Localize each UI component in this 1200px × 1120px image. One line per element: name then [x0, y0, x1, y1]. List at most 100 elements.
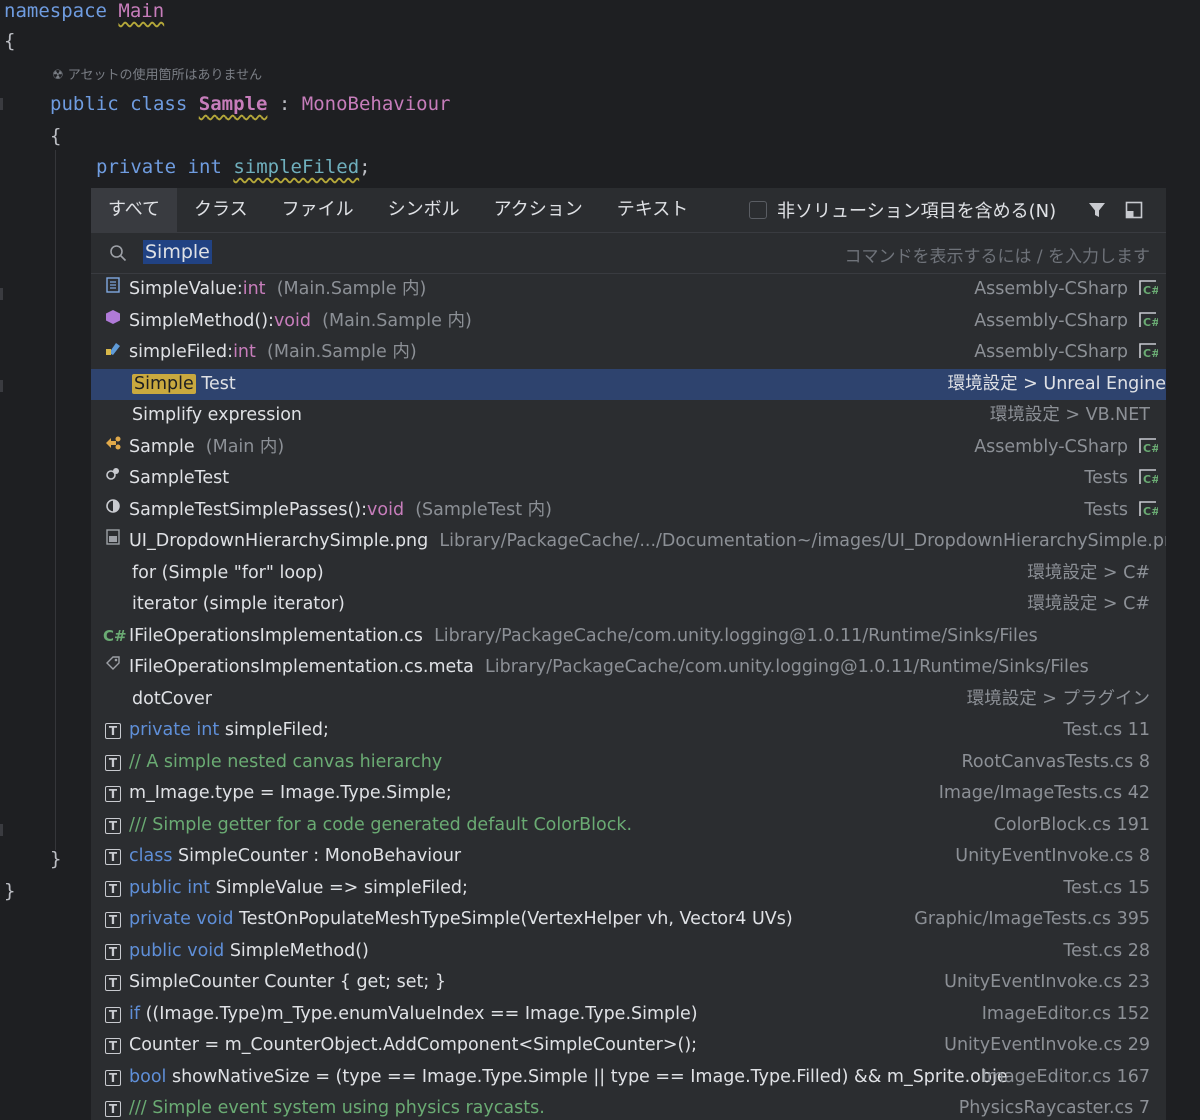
- svg-text:C#: C#: [1143, 316, 1158, 329]
- result-row[interactable]: iterator (simple iterator) 環境設定 > C#: [91, 589, 1166, 621]
- radioactive-icon: ☢: [52, 68, 64, 83]
- result-row[interactable]: Tprivate int simpleFiled; Test.cs 11: [91, 715, 1166, 747]
- result-location: PhysicsRaycaster.cs 7: [959, 1093, 1150, 1120]
- result-location: RootCanvasTests.cs 8: [962, 747, 1150, 779]
- usage-hint-text: アセットの使用箇所はありません: [67, 68, 263, 83]
- result-row[interactable]: Tm_Image.type = Image.Type.Simple; Image/…: [91, 778, 1166, 810]
- result-location: UnityEventInvoke.cs 29: [944, 1030, 1150, 1062]
- result-comment: /// Simple event system using physics ra…: [129, 1098, 545, 1118]
- result-location-text: ColorBlock.cs 191: [993, 814, 1150, 835]
- namespace-keyword: namespace: [4, 0, 107, 22]
- result-row[interactable]: dotCover 環境設定 > プラグイン: [91, 684, 1166, 716]
- search-bar[interactable]: Simple コマンドを表示するには / を入力します: [91, 232, 1166, 274]
- result-location-text: RootCanvasTests.cs 8: [961, 751, 1150, 772]
- result-name: SimpleMethod(): [129, 310, 269, 331]
- result-row[interactable]: SimpleValue:int (Main.Sample 内) Assembly-…: [91, 274, 1166, 306]
- result-context: Library/PackageCache/com.unity.logging@1…: [434, 625, 1038, 646]
- result-row[interactable]: SampleTest Tests C#: [91, 463, 1166, 495]
- tab-text[interactable]: テキスト: [600, 188, 705, 232]
- result-text: dotCover: [132, 684, 212, 716]
- text-icon: T: [103, 936, 123, 968]
- tab-classes[interactable]: クラス: [177, 188, 265, 232]
- result-name: Test: [195, 373, 236, 394]
- search-icon: [109, 244, 127, 266]
- result-row[interactable]: Tbool showNativeSize = (type == Image.Ty…: [91, 1062, 1166, 1094]
- usage-hint[interactable]: ☢ アセットの使用箇所はありません: [52, 64, 262, 83]
- code-line-namespace: namespace Main: [4, 0, 164, 22]
- result-row[interactable]: T /// Simple event system using physics r…: [91, 1093, 1166, 1120]
- result-row[interactable]: SampleTestSimplePasses():void (SampleTes…: [91, 495, 1166, 527]
- result-location: UnityEventInvoke.cs 23: [944, 967, 1150, 999]
- result-row[interactable]: Tpublic int SimpleValue => simpleFiled; T…: [91, 873, 1166, 905]
- result-name: showNativeSize = (type == Image.Type.Sim…: [166, 1066, 1008, 1087]
- csharp-project-icon: C#: [1138, 277, 1160, 297]
- test-class-icon: [103, 463, 123, 495]
- text-icon: T: [103, 1093, 123, 1120]
- text-icon: T: [103, 747, 123, 779]
- include-non-solution-checkbox[interactable]: [749, 201, 767, 219]
- result-name: TestOnPopulateMeshTypeSimple(VertexHelpe…: [233, 909, 793, 929]
- include-non-solution-toggle[interactable]: 非ソリューション項目を含める(N): [749, 188, 1056, 232]
- result-text: Simple Test: [132, 369, 236, 401]
- result-row[interactable]: T /// Simple getter for a code generated …: [91, 810, 1166, 842]
- result-row[interactable]: T SimpleCounter Counter { get; set; } Unit…: [91, 967, 1166, 999]
- search-input[interactable]: Simple: [143, 240, 212, 264]
- csharp-project-icon: C#: [1138, 466, 1160, 486]
- result-row[interactable]: Tclass SimpleCounter : MonoBehaviour Unit…: [91, 841, 1166, 873]
- result-name: simpleFiled;: [219, 720, 329, 740]
- result-row[interactable]: Tif ((Image.Type)m_Type.enumValueIndex =…: [91, 999, 1166, 1031]
- filter-icon[interactable]: [1088, 201, 1106, 223]
- result-name: IFileOperationsImplementation.cs.meta: [129, 657, 474, 677]
- tab-all[interactable]: すべて: [91, 188, 178, 232]
- property-icon: [103, 274, 123, 306]
- result-location: Image/ImageTests.cs 42: [939, 778, 1150, 810]
- results-list: SimpleValue:int (Main.Sample 内) Assembly-…: [91, 274, 1166, 1120]
- result-text: IFileOperationsImplementation.cs Library…: [129, 621, 1038, 653]
- result-location: 環境設定 > プラグイン: [967, 684, 1150, 716]
- tab-files[interactable]: ファイル: [265, 188, 371, 232]
- tab-actions[interactable]: アクション: [477, 188, 600, 232]
- result-location-text: 環境設定 > C#: [1027, 562, 1150, 583]
- result-keyword: class: [129, 846, 173, 866]
- result-location-text: ImageEditor.cs 167: [981, 1066, 1150, 1087]
- code-line-class: public class Sample : MonoBehaviour: [50, 93, 450, 115]
- result-comment: /// Simple getter for a code generated d…: [129, 814, 633, 835]
- result-text: SimpleValue:int (Main.Sample 内): [129, 274, 426, 306]
- result-keyword: if: [129, 1003, 141, 1024]
- result-text: SampleTest: [129, 463, 229, 495]
- result-context: Library/PackageCache/com.unity.logging@1…: [485, 657, 1089, 677]
- tab-symbols[interactable]: シンボル: [371, 188, 477, 232]
- result-text: bool showNativeSize = (type == Image.Typ…: [129, 1062, 1008, 1094]
- result-location-text: Assembly-CSharp: [974, 310, 1128, 331]
- result-location: ImageEditor.cs 167: [982, 1062, 1150, 1094]
- result-row[interactable]: T // A simple nested canvas hierarchy Root…: [91, 747, 1166, 779]
- result-context: (Main.Sample 内): [267, 342, 417, 362]
- result-location: 環境設定 > C#: [1027, 589, 1150, 621]
- test-method-icon: [103, 495, 123, 527]
- search-hint: コマンドを表示するには / を入力します: [844, 247, 1150, 267]
- result-row[interactable]: Tprivate void TestOnPopulateMeshTypeSimp…: [91, 904, 1166, 936]
- result-row[interactable]: T Counter = m_CounterObject.AddComponent<…: [91, 1030, 1166, 1062]
- result-row[interactable]: UI_DropdownHierarchySimple.png Library/P…: [91, 526, 1166, 558]
- result-row[interactable]: Tpublic void SimpleMethod() Test.cs 28: [91, 936, 1166, 968]
- method-icon: [103, 306, 123, 338]
- result-text: private void TestOnPopulateMeshTypeSimpl…: [129, 904, 793, 936]
- result-row[interactable]: Sample (Main 内) Assembly-CSharp C#: [91, 432, 1166, 464]
- result-context: (Main.Sample 内): [322, 310, 472, 331]
- csharp-project-icon: C#: [1138, 435, 1160, 455]
- result-row[interactable]: Simple Test 環境設定 > Unreal Engine: [91, 368, 1166, 401]
- result-row[interactable]: simpleFiled:int (Main.Sample 内) Assembly-…: [91, 337, 1166, 369]
- result-row[interactable]: Simplify expression 環境設定 > VB.NET: [91, 400, 1166, 432]
- result-text: m_Image.type = Image.Type.Simple;: [129, 778, 452, 810]
- result-row[interactable]: for (Simple "for" loop) 環境設定 > C#: [91, 558, 1166, 590]
- result-text: public int SimpleValue => simpleFiled;: [129, 873, 468, 905]
- result-row[interactable]: SimpleMethod():void (Main.Sample 内) Assem…: [91, 306, 1166, 338]
- open-in-panel-icon[interactable]: [1125, 201, 1143, 223]
- result-location-text: Image/ImageTests.cs 42: [938, 783, 1150, 803]
- result-text: for (Simple "for" loop): [132, 558, 324, 590]
- result-row[interactable]: C# IFileOperationsImplementation.cs Libra…: [91, 621, 1166, 653]
- result-row[interactable]: IFileOperationsImplementation.cs.meta Li…: [91, 652, 1166, 684]
- result-keyword: private void: [129, 909, 234, 929]
- text-icon: T: [103, 1030, 123, 1062]
- result-keyword: public void: [129, 940, 225, 961]
